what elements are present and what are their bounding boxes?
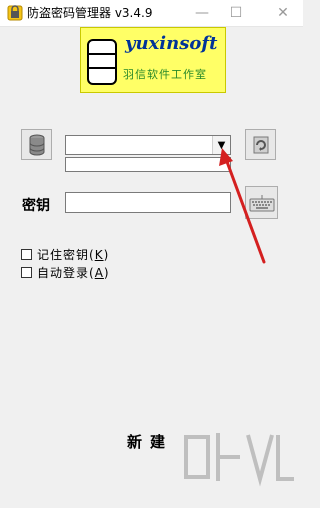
remember-key-checkbox[interactable] [21, 248, 32, 260]
title-bar: 防盗密码管理器 v3.4.9 — ☐ ✕ [0, 0, 303, 27]
auto-login-option[interactable]: 自动登录(A) [21, 264, 110, 280]
database-button[interactable] [21, 129, 52, 160]
keyboard-icon [249, 194, 274, 211]
watermark-logo [184, 433, 294, 487]
app-icon [7, 5, 23, 21]
database-combobox[interactable]: ▼ [65, 135, 231, 155]
remember-key-label: 记住密钥(K) [37, 247, 110, 262]
key-label: 密钥 [22, 198, 50, 214]
maximize-button[interactable]: ☐ [219, 0, 253, 26]
logo-banner: yuxinsoft 羽信软件工作室 [80, 27, 226, 93]
keyboard-button[interactable] [245, 186, 278, 219]
logo-brand: yuxinsoft [125, 33, 218, 54]
database-path-field[interactable] [65, 157, 231, 172]
remember-key-option[interactable]: 记住密钥(K) [21, 246, 109, 262]
new-button[interactable]: 新建 [118, 430, 182, 452]
auto-login-checkbox[interactable] [21, 266, 32, 278]
key-input[interactable] [65, 192, 231, 213]
database-icon [29, 134, 44, 155]
window-title: 防盗密码管理器 v3.4.9 [27, 6, 153, 20]
chevron-down-icon[interactable]: ▼ [212, 136, 230, 154]
minimize-button[interactable]: — [185, 0, 219, 26]
refresh-button[interactable] [245, 129, 276, 160]
database-logo-icon [87, 39, 117, 85]
refresh-icon [253, 136, 268, 153]
close-button[interactable]: ✕ [266, 0, 300, 26]
auto-login-label: 自动登录(A) [37, 265, 110, 280]
logo-subtitle: 羽信软件工作室 [123, 68, 207, 81]
